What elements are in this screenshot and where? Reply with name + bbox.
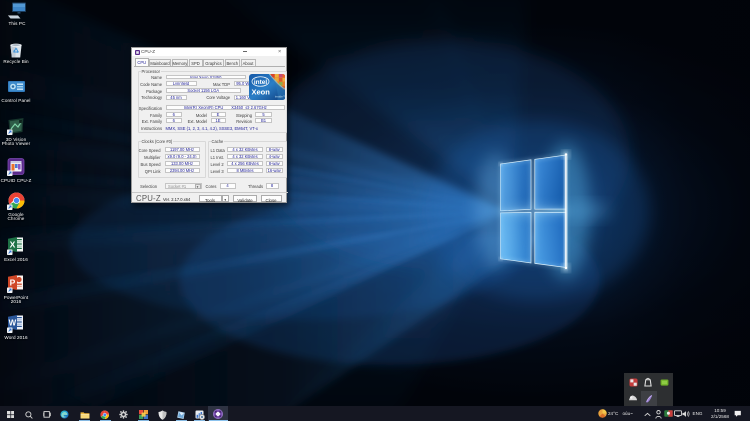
svg-text:Xeon: Xeon bbox=[251, 87, 270, 96]
svg-text:inside™: inside™ bbox=[275, 94, 286, 98]
svg-text:W: W bbox=[9, 319, 17, 328]
svg-text:intel: intel bbox=[253, 79, 267, 86]
svg-text:P: P bbox=[10, 278, 16, 288]
svg-text:X: X bbox=[10, 240, 16, 250]
